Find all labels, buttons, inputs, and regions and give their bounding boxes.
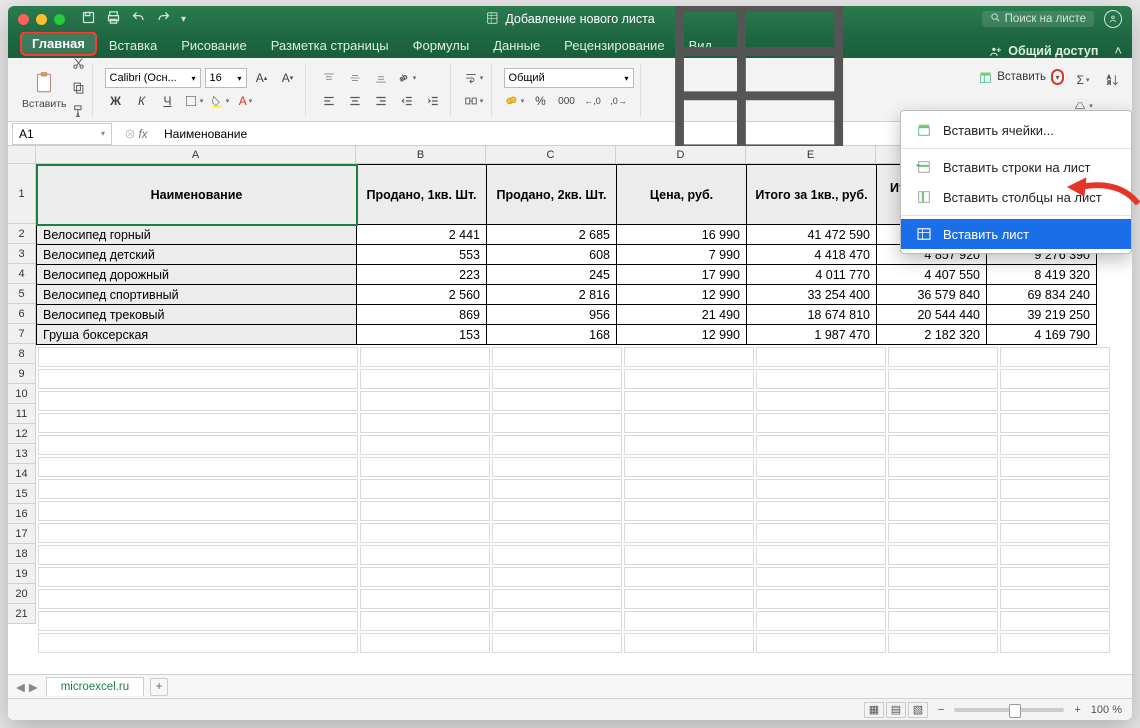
format-painter-icon[interactable] — [71, 104, 86, 124]
empty-cells[interactable] — [36, 345, 1112, 655]
increase-indent-icon[interactable] — [422, 91, 444, 111]
ribbon-tabs: Главная Вставка Рисование Разметка стран… — [8, 32, 1132, 58]
table-row: Велосипед трековый86995621 49018 674 810… — [37, 305, 1097, 325]
title-area: Добавление нового листа — [485, 11, 654, 28]
row-headers[interactable]: 123456789101112131415161718192021 — [8, 164, 36, 624]
bold-button[interactable]: Ж — [105, 91, 127, 111]
page-break-view-icon[interactable]: ▧ — [908, 702, 928, 718]
annotation-arrow — [1065, 169, 1140, 214]
sheet-nav-next-icon[interactable]: ▶ — [29, 680, 38, 694]
align-middle-icon[interactable] — [344, 68, 366, 88]
font-color-button[interactable]: А — [235, 91, 257, 111]
save-icon[interactable] — [81, 10, 96, 28]
decrease-decimal-icon[interactable]: ,0→ — [608, 91, 630, 111]
minimize-button[interactable] — [36, 14, 47, 25]
sheet-nav-prev-icon[interactable]: ◀ — [16, 680, 25, 694]
page-layout-view-icon[interactable]: ▤ — [886, 702, 906, 718]
add-sheet-button[interactable]: + — [150, 678, 168, 696]
quick-access-toolbar: ▾ — [81, 10, 186, 28]
insert-cells-button[interactable]: Вставить — [975, 68, 1049, 87]
svg-text:ab: ab — [398, 73, 408, 83]
header-t1: Итого за 1кв., руб. — [747, 165, 877, 225]
account-button[interactable] — [1104, 10, 1122, 28]
tab-formulas[interactable]: Формулы — [401, 33, 482, 58]
collapse-ribbon-icon[interactable]: ˄ — [1104, 43, 1132, 58]
wrap-text-icon[interactable] — [463, 68, 485, 88]
fontsize-selector[interactable]: 16▾ — [205, 68, 247, 88]
titlebar: ▾ Добавление нового листа Поиск на листе — [8, 6, 1132, 32]
print-icon[interactable] — [106, 10, 121, 28]
ribbon: Вставить Calibri (Осн...▾ 16▾ A▴ A▾ Ж К … — [8, 58, 1132, 122]
tab-insert[interactable]: Вставка — [97, 33, 169, 58]
close-button[interactable] — [18, 14, 29, 25]
search-field[interactable]: Поиск на листе — [982, 11, 1094, 27]
insert-dropdown-arrow[interactable]: ▾ — [1051, 69, 1064, 85]
underline-button[interactable]: Ч — [157, 91, 179, 111]
sort-filter-icon[interactable]: АЯ — [1102, 70, 1124, 90]
autosum-icon[interactable]: Σ — [1072, 70, 1094, 90]
tab-data[interactable]: Данные — [481, 33, 552, 58]
align-bottom-icon[interactable] — [370, 68, 392, 88]
header-price: Цена, руб. — [617, 165, 747, 225]
decrease-indent-icon[interactable] — [396, 91, 418, 111]
status-bar: ▦ ▤ ▧ − + 100 % — [8, 698, 1132, 720]
sheet-tab[interactable]: microexcel.ru — [46, 677, 144, 696]
merge-cells-icon[interactable] — [463, 91, 485, 111]
maximize-button[interactable] — [54, 14, 65, 25]
table-row: Велосипед спортивный2 5602 81612 99033 2… — [37, 285, 1097, 305]
search-icon — [990, 12, 1001, 26]
header-q2: Продано, 2кв. Шт. — [487, 165, 617, 225]
thousands-icon[interactable]: 000 — [556, 91, 578, 111]
align-center-icon[interactable] — [344, 91, 366, 111]
fill-color-button[interactable] — [209, 91, 231, 111]
table-row: Груша боксерская15316812 9901 987 4702 1… — [37, 325, 1097, 345]
font-selector[interactable]: Calibri (Осн...▾ — [105, 68, 201, 88]
qat-more-icon[interactable]: ▾ — [181, 14, 186, 25]
align-left-icon[interactable] — [318, 91, 340, 111]
window-controls — [8, 14, 65, 25]
menu-insert-sheet[interactable]: Вставить лист — [901, 219, 1131, 249]
border-button[interactable] — [183, 91, 205, 111]
zoom-out-button[interactable]: − — [938, 704, 944, 716]
paste-button[interactable]: Вставить — [22, 70, 67, 110]
number-format-selector[interactable]: Общий▾ — [504, 68, 634, 88]
italic-button[interactable]: К — [131, 91, 153, 111]
percent-icon[interactable]: % — [530, 91, 552, 111]
sheet-tab-bar: ◀ ▶ microexcel.ru + — [8, 674, 1132, 698]
align-right-icon[interactable] — [370, 91, 392, 111]
document-title: Добавление нового листа — [505, 12, 654, 26]
select-all-corner[interactable] — [8, 146, 36, 164]
align-top-icon[interactable] — [318, 68, 340, 88]
tab-pagelayout[interactable]: Разметка страницы — [259, 33, 401, 58]
normal-view-icon[interactable]: ▦ — [864, 702, 884, 718]
view-buttons[interactable]: ▦ ▤ ▧ — [864, 702, 928, 718]
fx-button[interactable]: fx — [112, 127, 160, 141]
redo-icon[interactable] — [156, 10, 171, 28]
undo-icon[interactable] — [131, 10, 146, 28]
name-box[interactable]: A1▾ — [12, 123, 112, 145]
cut-icon[interactable] — [71, 56, 86, 76]
svg-text:Я: Я — [1107, 80, 1111, 86]
decrease-font-icon[interactable]: A▾ — [277, 68, 299, 88]
menu-insert-cells[interactable]: Вставить ячейки... — [901, 115, 1131, 145]
tab-home[interactable]: Главная — [20, 31, 97, 56]
orientation-icon[interactable]: ab — [396, 68, 418, 88]
table-row: Велосипед дорожный22324517 9904 011 7704… — [37, 265, 1097, 285]
svg-text:А: А — [1107, 74, 1111, 80]
zoom-in-button[interactable]: + — [1074, 704, 1080, 716]
increase-decimal-icon[interactable]: ←,0 — [582, 91, 604, 111]
zoom-slider[interactable] — [954, 708, 1064, 712]
copy-icon[interactable] — [71, 80, 86, 100]
search-placeholder: Поиск на листе — [1005, 13, 1086, 25]
header-q1: Продано, 1кв. Шт. — [357, 165, 487, 225]
zoom-value[interactable]: 100 % — [1091, 704, 1122, 716]
currency-icon[interactable] — [504, 91, 526, 111]
app-window: ▾ Добавление нового листа Поиск на листе… — [8, 6, 1132, 720]
share-button[interactable]: Общий доступ — [989, 44, 1104, 58]
header-name: Наименование — [37, 165, 357, 225]
excel-icon — [485, 11, 499, 28]
tab-draw[interactable]: Рисование — [169, 33, 258, 58]
increase-font-icon[interactable]: A▴ — [251, 68, 273, 88]
